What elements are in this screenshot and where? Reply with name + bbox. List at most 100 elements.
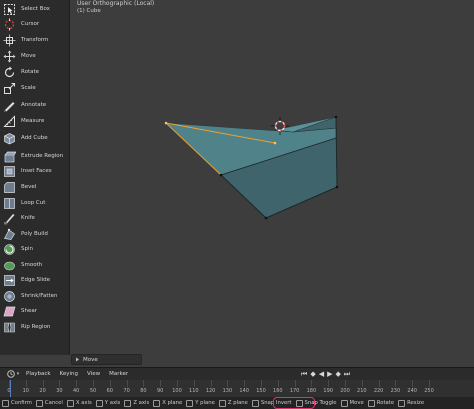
tool-inset-faces[interactable]: Inset Faces xyxy=(3,164,68,178)
tool-spin[interactable]: Spin xyxy=(3,242,68,256)
timeline-tick-line xyxy=(378,380,380,387)
scale-icon xyxy=(3,82,16,95)
poly-build-icon xyxy=(3,228,16,241)
timeline-tick-line xyxy=(76,380,78,387)
tool-edge-slide[interactable]: Edge Slide xyxy=(3,273,68,287)
shrink-fatten-icon xyxy=(3,290,16,303)
timeline-ruler[interactable]: 0 10 20 30 40 50 60 70 80 90 100 110 120 130 140 150 160… xyxy=(0,380,474,397)
timeline-tick-line xyxy=(109,380,111,387)
status-hint-x-plane: X plane xyxy=(153,399,183,407)
timeline-menu-marker[interactable]: Marker xyxy=(109,371,128,377)
tool-move[interactable]: Move xyxy=(3,49,68,63)
timeline-tick-label: 140 xyxy=(239,388,249,394)
tool-add-cube[interactable]: Add Cube xyxy=(3,131,68,145)
mesh-vertex[interactable] xyxy=(219,173,223,177)
blender-window: Select Box Cursor Transform Move Rotate Scale… xyxy=(0,0,474,409)
status-hint-resize: Resize xyxy=(398,399,424,407)
transform-icon xyxy=(3,34,16,47)
viewport-object-name: (1) Cube xyxy=(77,8,101,14)
timeline-tick-line xyxy=(177,380,178,387)
adjust-last-operation-panel[interactable]: Move xyxy=(71,354,142,365)
timeline-tick-label: 90 xyxy=(157,388,164,394)
tool-extrude-region[interactable]: Extrude Region xyxy=(3,149,68,163)
tool-label: Move xyxy=(21,53,36,59)
tool-annotate[interactable]: Annotate xyxy=(3,98,68,112)
play-reverse-icon[interactable]: ◀ xyxy=(319,370,324,379)
rotate-icon xyxy=(3,66,16,79)
key-icon xyxy=(367,399,375,407)
tool-label: Extrude Region xyxy=(21,153,64,159)
tool-transform[interactable]: Transform xyxy=(3,33,68,47)
timeline-tick-label: 110 xyxy=(189,388,199,394)
timeline-tick-line xyxy=(261,380,262,387)
tool-shear[interactable]: Shear xyxy=(3,304,68,318)
timeline-tick-label: 160 xyxy=(273,388,283,394)
tool-smooth[interactable]: Smooth xyxy=(3,258,68,272)
tool-shrink-fatten[interactable]: Shrink/Fatten xyxy=(3,289,68,303)
snap-invert-highlight xyxy=(273,397,315,409)
status-hint-move: Move xyxy=(340,399,364,407)
status-hint-label: Cancel xyxy=(44,400,63,406)
timeline-tick-label: 130 xyxy=(222,388,233,394)
timeline-tick-line xyxy=(210,380,212,387)
mesh-vertex[interactable] xyxy=(335,185,339,189)
timeline-menu-view[interactable]: View xyxy=(87,371,100,377)
timeline-tick-line xyxy=(311,380,313,387)
tool-knife[interactable]: Knife xyxy=(3,211,68,225)
status-bar: Confirm Cancel X axis Y axis Z axis X plane Y … xyxy=(0,397,474,409)
3d-viewport[interactable]: User Orthographic (Local) (1) Cube xyxy=(71,0,474,367)
chevron-down-icon: ▾ xyxy=(16,371,20,377)
play-icon[interactable]: ▶ xyxy=(327,370,332,379)
next-keyframe-icon[interactable]: ◆ xyxy=(335,370,340,379)
timeline-tick-label: 200 xyxy=(340,388,350,394)
timeline-tick-label: 170 xyxy=(289,388,300,394)
tool-label: Shrink/Fatten xyxy=(21,293,58,299)
timeline-tick-label: 60 xyxy=(106,388,113,394)
status-hint-label: Y axis xyxy=(104,400,121,406)
jump-start-icon[interactable]: ⏮ xyxy=(301,370,307,379)
timeline-tick-label: 80 xyxy=(140,388,147,394)
key-icon xyxy=(124,399,132,407)
rip-region-icon xyxy=(3,321,16,334)
timeline-tick-line xyxy=(25,380,27,387)
timeline-tick-label: 120 xyxy=(205,388,216,394)
timeline-tick-label: 230 xyxy=(390,388,401,394)
mesh-vertex[interactable] xyxy=(273,141,277,145)
status-hint-y-plane: Y plane xyxy=(186,399,215,407)
status-hint-label: X plane xyxy=(162,400,183,406)
timeline-tick-line xyxy=(160,380,162,387)
timeline-tick-label: 210 xyxy=(357,388,367,394)
timeline-tick-line xyxy=(294,380,296,387)
editor-type-button[interactable]: ▾ xyxy=(0,368,26,381)
status-hint-label: Rotate xyxy=(376,400,395,406)
key-icon xyxy=(153,399,161,407)
mesh-scene[interactable] xyxy=(71,0,474,367)
tool-scale[interactable]: Scale xyxy=(3,81,68,95)
tool-label: Add Cube xyxy=(21,135,48,141)
timeline-menu-keying[interactable]: Keying xyxy=(60,371,78,377)
cursor-icon xyxy=(3,18,16,31)
tool-measure[interactable]: Measure xyxy=(3,114,68,128)
mesh-vertex[interactable] xyxy=(264,216,268,220)
playhead[interactable] xyxy=(10,380,11,397)
timeline-tick-line xyxy=(244,380,246,387)
mesh-vertex[interactable] xyxy=(164,121,168,125)
status-hint-rotate: Rotate xyxy=(367,399,395,407)
tool-rotate[interactable]: Rotate xyxy=(3,65,68,79)
tool-poly-build[interactable]: Poly Build xyxy=(3,227,68,241)
mesh-vertex[interactable] xyxy=(334,115,338,119)
tool-rip-region[interactable]: Rip Region xyxy=(3,320,68,334)
tool-cursor[interactable]: Cursor xyxy=(3,17,68,31)
tool-select-box[interactable]: Select Box xyxy=(3,2,68,16)
prev-keyframe-icon[interactable]: ◆ xyxy=(310,370,315,379)
jump-end-icon[interactable]: ⏭ xyxy=(344,370,350,379)
tool-label: Select Box xyxy=(21,6,50,12)
edge-slide-icon xyxy=(3,274,16,287)
timeline-menu-playback[interactable]: Playback xyxy=(26,371,51,377)
timeline-tick-line xyxy=(277,380,279,387)
tool-label: Measure xyxy=(21,118,45,124)
tool-bevel[interactable]: Bevel xyxy=(3,180,68,194)
status-hint-cancel: Cancel xyxy=(35,399,63,407)
tool-loop-cut[interactable]: Loop Cut xyxy=(3,196,68,210)
key-icon xyxy=(251,399,259,407)
